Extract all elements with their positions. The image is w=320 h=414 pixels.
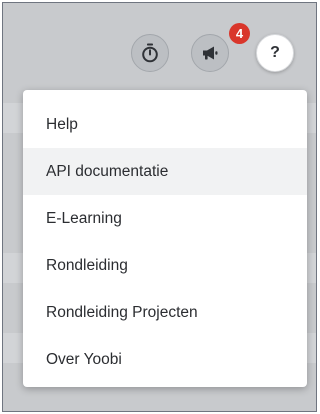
- megaphone-icon: [203, 46, 218, 60]
- menu-item-help[interactable]: Help: [23, 101, 307, 148]
- notification-count-badge: 4: [229, 23, 250, 44]
- help-dropdown-menu: Help API documentatie E-Learning Rondlei…: [23, 90, 307, 387]
- menu-item-about-yoobi[interactable]: Over Yoobi: [23, 336, 307, 383]
- help-icon: ?: [270, 44, 280, 61]
- menu-item-e-learning[interactable]: E-Learning: [23, 195, 307, 242]
- help-button[interactable]: ?: [256, 34, 294, 72]
- menu-item-api-documentation[interactable]: API documentatie: [23, 148, 307, 195]
- announcements-button[interactable]: [191, 34, 229, 72]
- menu-item-projects-tour[interactable]: Rondleiding Projecten: [23, 289, 307, 336]
- page-backdrop: 4 ? Help API documentatie E-Learning Ron…: [2, 2, 317, 412]
- menu-item-tour[interactable]: Rondleiding: [23, 242, 307, 289]
- timer-button[interactable]: [131, 34, 169, 72]
- stopwatch-icon: [142, 43, 158, 63]
